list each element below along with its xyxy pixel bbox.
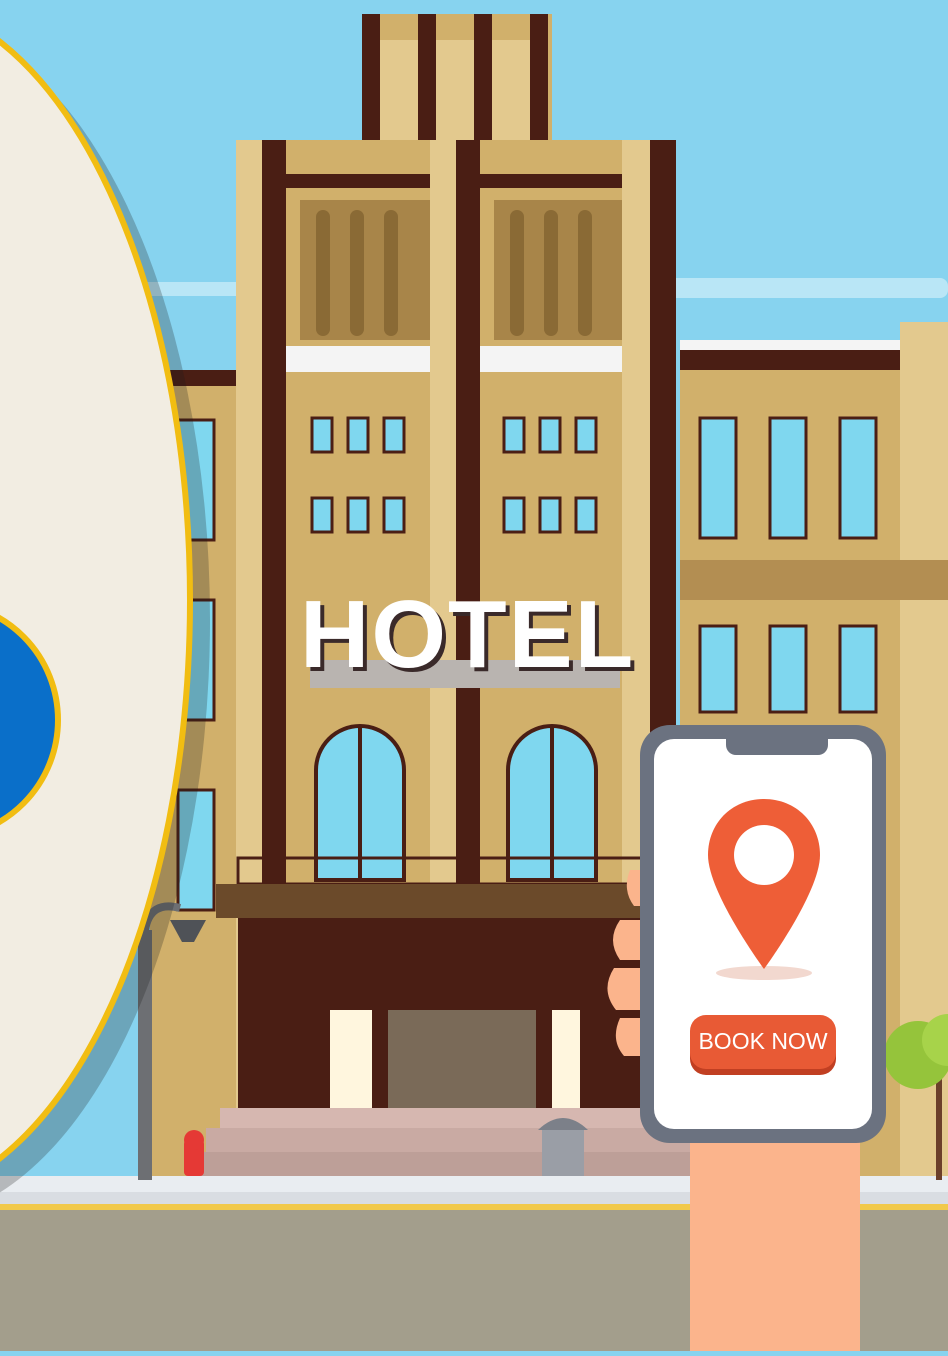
phone-screen: BOOK NOW — [654, 737, 872, 1129]
book-now-button[interactable]: BOOK NOW — [690, 1015, 836, 1069]
phone-notch — [726, 737, 828, 755]
hotel-illustration: HOTEL BOOK NOW — [0, 0, 948, 1351]
phone-mockup: BOOK NOW — [640, 725, 886, 1143]
hotel-sign: HOTEL — [300, 581, 636, 688]
location-pin-icon — [708, 799, 820, 980]
